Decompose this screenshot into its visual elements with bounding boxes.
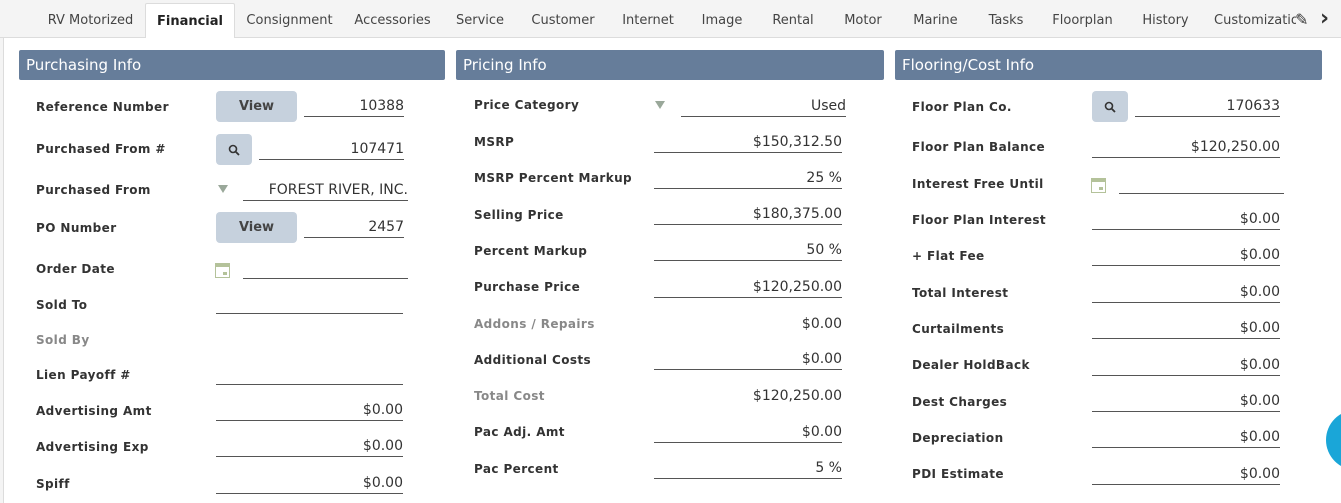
sold-to-field[interactable] [216,292,403,314]
tab-motor[interactable]: Motor [840,0,886,38]
reference-number-field[interactable]: 10388 [304,95,404,117]
floor-plan-co-field[interactable]: 170633 [1135,95,1280,117]
purchased-from-search-button[interactable] [216,134,252,165]
depreciation-label: Depreciation [912,431,1004,445]
order-date-field[interactable] [243,257,408,279]
selling-price-field[interactable]: $180,375.00 [654,203,842,225]
price-category-select[interactable]: Used [681,95,846,117]
search-icon [228,144,240,156]
tab-financial[interactable]: Financial [145,3,235,42]
tab-tasks[interactable]: Tasks [984,0,1028,38]
po-view-button[interactable]: View [216,212,297,243]
tab-accessories[interactable]: Accessories [350,0,435,38]
interest-free-until-label: Interest Free Until [912,177,1044,191]
chevron-down-icon[interactable] [655,101,665,109]
additional-costs-label: Additional Costs [474,353,592,367]
purchased-from-num-field[interactable]: 107471 [259,138,404,160]
tab-rental[interactable]: Rental [768,0,818,38]
dest-charges-label: Dest Charges [912,395,1008,409]
spiff-label: Spiff [36,477,70,491]
advertising-exp-field[interactable]: $0.00 [216,435,403,457]
purchased-from-num-label: Purchased From # [36,142,166,156]
curtailments-label: Curtailments [912,322,1005,336]
tab-internet[interactable]: Internet [617,0,679,38]
advertising-exp-label: Advertising Exp [36,440,149,454]
advertising-amt-label: Advertising Amt [36,404,152,418]
tab-marine[interactable]: Marine [908,0,963,38]
advertising-amt-field[interactable]: $0.00 [216,399,403,421]
tab-service[interactable]: Service [450,0,510,38]
lien-payoff-field[interactable] [216,363,403,385]
edit-icon[interactable]: ✎ [1295,10,1308,32]
sold-by-label: Sold By [36,333,90,347]
percent-markup-field[interactable]: 50 % [654,239,842,261]
flat-fee-field[interactable]: $0.00 [1092,244,1280,266]
dealer-holdback-field[interactable]: $0.00 [1092,354,1280,376]
po-number-field[interactable]: 2457 [304,216,404,238]
floor-plan-interest-label: Floor Plan Interest [912,213,1047,227]
calendar-icon[interactable] [1091,178,1106,193]
tab-image[interactable]: Image [698,0,746,38]
calendar-icon[interactable] [215,263,230,278]
po-number-label: PO Number [36,221,117,235]
floor-plan-co-label: Floor Plan Co. [912,100,1012,114]
purchased-from-select[interactable]: FOREST RIVER, INC. [243,179,408,201]
reference-view-button[interactable]: View [216,91,297,122]
tab-customer[interactable]: Customer [527,0,599,38]
pac-percent-label: Pac Percent [474,462,559,476]
lien-payoff-label: Lien Payoff # [36,368,131,382]
dealer-holdback-label: Dealer HoldBack [912,358,1030,372]
tab-rv-motorized[interactable]: RV Motorized [38,0,143,38]
addons-repairs-label: Addons / Repairs [474,317,595,331]
tab-consignment[interactable]: Consignment [242,0,337,38]
total-interest-label: Total Interest [912,286,1009,300]
msrp-label: MSRP [474,135,515,149]
floor-plan-search-button[interactable] [1092,91,1128,122]
total-cost-value: $120,250.00 [752,388,842,404]
spiff-field[interactable]: $0.00 [216,472,403,494]
pac-percent-field[interactable]: 5 % [654,457,842,479]
reference-number-label: Reference Number [36,100,169,114]
purchasing-info-header: Purchasing Info [19,50,445,80]
tab-floorplan[interactable]: Floorplan [1050,0,1115,38]
purchase-price-field[interactable]: $120,250.00 [654,276,842,298]
pac-adj-amt-field[interactable]: $0.00 [654,421,842,443]
msrp-percent-markup-label: MSRP Percent Markup [474,171,633,185]
floor-plan-balance-label: Floor Plan Balance [912,140,1046,154]
pac-adj-amt-label: Pac Adj. Amt [474,425,565,439]
chevron-down-icon[interactable] [218,185,228,193]
tab-customization[interactable]: Customization [1214,0,1296,38]
tab-history[interactable]: History [1138,0,1193,38]
msrp-field[interactable]: $150,312.50 [654,131,842,153]
floor-plan-balance-field[interactable]: $120,250.00 [1092,136,1280,158]
search-icon [1104,101,1116,113]
pricing-info-header: Pricing Info [456,50,884,80]
percent-markup-label: Percent Markup [474,244,588,258]
purchased-from-label: Purchased From [36,183,151,197]
selling-price-label: Selling Price [474,208,564,222]
order-date-label: Order Date [36,262,115,276]
total-interest-field[interactable]: $0.00 [1092,281,1280,303]
purchase-price-label: Purchase Price [474,280,581,294]
flat-fee-label: + Flat Fee [912,249,985,263]
curtailments-field[interactable]: $0.00 [1092,317,1280,339]
addons-repairs-value: $0.00 [801,316,842,332]
pdi-estimate-field[interactable]: $0.00 [1092,463,1280,485]
chevron-right-icon[interactable]: › [1320,6,1329,31]
interest-free-until-field[interactable] [1119,172,1284,194]
price-category-label: Price Category [474,98,580,112]
floor-plan-interest-field[interactable]: $0.00 [1092,208,1280,230]
depreciation-field[interactable]: $0.00 [1092,426,1280,448]
dest-charges-field[interactable]: $0.00 [1092,390,1280,412]
total-cost-label: Total Cost [474,389,545,403]
flooring-cost-info-header: Flooring/Cost Info [895,50,1322,80]
pdi-estimate-label: PDI Estimate [912,467,1004,481]
msrp-percent-markup-field[interactable]: 25 % [654,167,842,189]
additional-costs-field[interactable]: $0.00 [654,348,842,370]
tab-bar: RV Motorized Financial Consignment Acces… [0,0,1341,42]
sold-to-label: Sold To [36,298,88,312]
